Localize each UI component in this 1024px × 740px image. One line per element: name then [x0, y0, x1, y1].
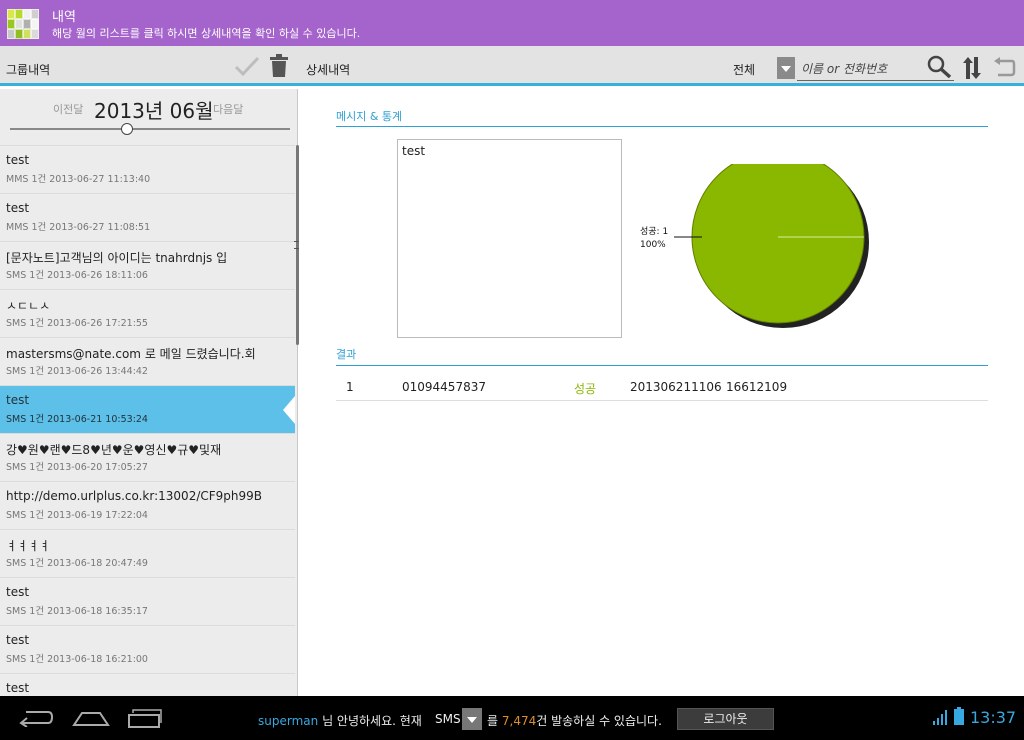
message-list-item[interactable]: test SMS 1건 2013-06-21 10:53:24 [0, 385, 295, 433]
signal-icon [933, 710, 947, 725]
title-bar: 내역 해당 월의 리스트를 클릭 하시면 상세내역을 확인 하실 수 있습니다. [0, 0, 1024, 46]
result-code: 16612109 [726, 380, 788, 394]
message-subject: ㅕㅕㅕㅕ [6, 539, 51, 553]
sms-count-text: 를 7,474건 발송하실 수 있습니다. [487, 712, 662, 729]
result-pie-chart: 성공: 1 100% [640, 164, 869, 328]
message-meta: SMS 1건 2013-06-26 17:21:55 [6, 318, 148, 329]
message-meta: SMS 1건 2013-06-18 16:35:17 [6, 606, 148, 617]
month-navigation: 이전달 2013년 06월 다음달 [0, 89, 297, 145]
battery-icon [954, 707, 964, 725]
result-datetime: 201306211106 [630, 380, 722, 394]
app-icon [7, 9, 39, 39]
stats-section-divider [336, 126, 988, 127]
message-meta: MMS 1건 2013-06-27 11:13:40 [6, 174, 151, 185]
message-list-item[interactable]: test [0, 673, 295, 696]
group-history-tab[interactable]: 그룹내역 [6, 61, 50, 78]
message-meta: SMS 1건 2013-06-19 17:22:04 [6, 510, 148, 521]
message-list-item[interactable]: test SMS 1건 2013-06-18 16:35:17 [0, 577, 295, 625]
check-icon[interactable] [234, 55, 260, 77]
message-subject: test [6, 633, 30, 647]
message-meta: SMS 1건 2013-06-18 20:47:49 [6, 558, 148, 569]
month-list-panel: 이전달 2013년 06월 다음달 test MMS 1건 2013-06-27 … [0, 89, 298, 696]
undo-icon[interactable] [992, 56, 1016, 78]
result-row[interactable]: 1 01094457837 성공 201306211106 16612109 [336, 371, 988, 401]
message-subject: http://demo.urlplus.co.kr:13002/CF9ph99B [6, 489, 263, 503]
message-meta: SMS 1건 2013-06-26 13:44:42 [6, 366, 148, 377]
stats-section-title: 메시지 & 통계 [336, 110, 403, 123]
message-list-item[interactable]: test MMS 1건 2013-06-27 11:08:51 [0, 193, 295, 241]
message-meta: SMS 1건 2013-06-18 16:21:00 [6, 654, 148, 665]
message-meta: SMS 1건 2013-06-20 17:05:27 [6, 462, 148, 473]
message-list-item[interactable]: [문자노트]고객님의 아이디는 tnahrdnjs 입 SMS 1건 2013-0… [0, 241, 295, 289]
message-list-item[interactable]: ㅅㄷㄴㅅ SMS 1건 2013-06-26 17:21:55 [0, 289, 295, 337]
message-meta: SMS 1건 2013-06-21 10:53:24 [6, 414, 148, 425]
detail-panel: 메시지 & 통계 test 성공: 1 100% 결과 1 01094457837… [300, 89, 1024, 696]
pie-data-label: 성공: 1 [640, 226, 668, 237]
month-slider-thumb[interactable] [121, 123, 133, 135]
message-list: test MMS 1건 2013-06-27 11:13:40 test MMS 1건… [0, 145, 295, 696]
message-list-item[interactable]: http://demo.urlplus.co.kr:13002/CF9ph99B… [0, 481, 295, 529]
username: superman [258, 714, 319, 728]
message-subject: test [6, 393, 30, 407]
logout-button[interactable]: 로그아웃 [677, 708, 774, 730]
message-subject: test [6, 201, 30, 215]
greeting-text: superman 님 안녕하세요. 현재 [258, 712, 422, 729]
message-body-box: test [397, 139, 622, 338]
result-status: 성공 [574, 382, 597, 396]
result-phone: 01094457837 [402, 380, 486, 394]
month-slider-track[interactable] [10, 128, 290, 130]
page-subtitle: 해당 월의 리스트를 클릭 하시면 상세내역을 확인 하실 수 있습니다. [52, 27, 361, 40]
next-month-button[interactable]: 다음달 [213, 101, 243, 117]
message-subject: test [6, 585, 30, 599]
system-nav-bar: superman 님 안녕하세요. 현재 SMS 를 7,474건 발송하실 수… [0, 696, 1024, 740]
message-subject: test [6, 681, 30, 695]
filter-select-value[interactable]: 전체 [733, 61, 755, 78]
filter-dropdown-button[interactable] [777, 57, 795, 79]
message-subject: 강♥원♥랜♥드8♥년♥운♥영신♥규♥및재 [6, 443, 222, 457]
app-window: 내역 해당 월의 리스트를 클릭 하시면 상세내역을 확인 하실 수 있습니다.… [0, 0, 1024, 740]
message-meta: MMS 1건 2013-06-27 11:08:51 [6, 222, 151, 233]
result-section-divider [336, 365, 988, 366]
result-index: 1 [346, 380, 354, 394]
status-clock: 13:37 [970, 708, 1017, 727]
back-icon[interactable] [18, 709, 54, 727]
greeting-suffix: 님 안녕하세요. 현재 [322, 714, 422, 728]
message-meta: SMS 1건 2013-06-26 18:11:06 [6, 270, 148, 281]
prev-month-button[interactable]: 이전달 [53, 101, 83, 117]
message-list-item[interactable]: test SMS 1건 2013-06-18 16:21:00 [0, 625, 295, 673]
pie-data-label: 100% [640, 240, 666, 250]
count-prefix: 를 [487, 714, 499, 728]
result-section-title: 결과 [336, 348, 357, 361]
message-list-item[interactable]: mastersms@nate.com 로 메일 드렸습니다.회 SMS 1건 20… [0, 337, 295, 385]
current-month-label: 2013년 06월 [94, 99, 214, 123]
sms-count: 7,474 [501, 714, 537, 728]
message-list-item[interactable]: test MMS 1건 2013-06-27 11:13:40 [0, 145, 295, 193]
page-title: 내역 [52, 10, 76, 25]
sort-icon[interactable] [962, 55, 982, 81]
message-list-item[interactable]: ㅕㅕㅕㅕ SMS 1건 2013-06-18 20:47:49 [0, 529, 295, 577]
recent-apps-icon[interactable] [127, 707, 163, 729]
home-icon[interactable] [72, 705, 110, 727]
sms-type-dropdown[interactable] [462, 708, 482, 730]
sms-type-value[interactable]: SMS [435, 712, 461, 726]
message-list-item[interactable]: 강♥원♥랜♥드8♥년♥운♥영신♥규♥및재 SMS 1건 2013-06-20 17… [0, 433, 295, 481]
message-subject: mastersms@nate.com 로 메일 드렸습니다.회 [6, 347, 256, 361]
detail-history-tab[interactable]: 상세내역 [306, 61, 350, 78]
message-subject: ㅅㄷㄴㅅ [6, 299, 51, 313]
panel-resize-grip[interactable] [294, 241, 299, 249]
toolbar: 그룹내역 상세내역 전체 [0, 46, 1024, 86]
message-subject: [문자노트]고객님의 아이디는 tnahrdnjs 입 [6, 251, 228, 265]
trash-icon[interactable] [269, 54, 289, 78]
search-icon[interactable] [926, 55, 952, 79]
message-subject: test [6, 153, 30, 167]
count-suffix: 건 발송하실 수 있습니다. [536, 714, 662, 728]
